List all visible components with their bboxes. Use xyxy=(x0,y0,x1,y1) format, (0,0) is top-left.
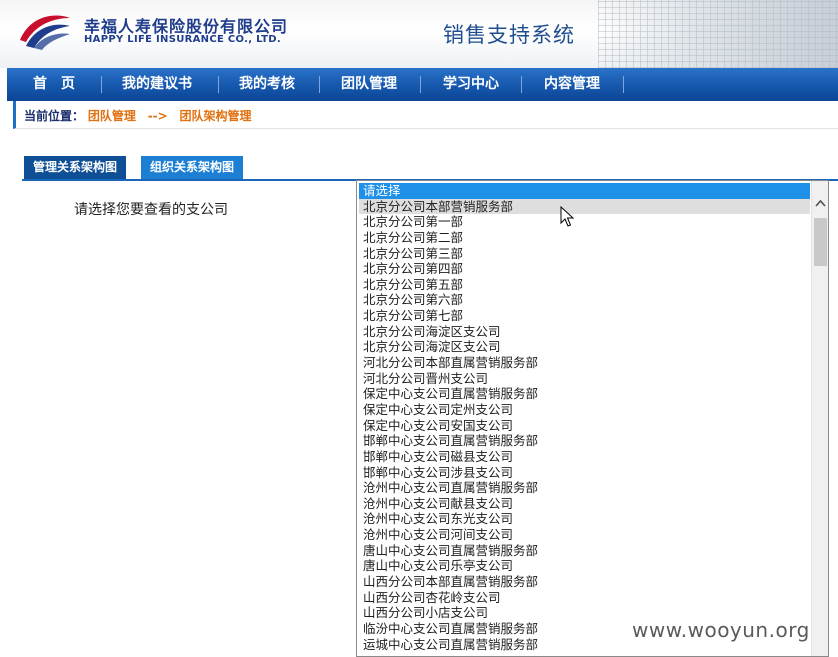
branch-option[interactable]: 河北分公司晋州支公司 xyxy=(359,371,810,387)
nav-my-proposals[interactable]: 我的建议书 xyxy=(122,68,192,101)
branch-option[interactable]: 北京分公司海淀区支公司 xyxy=(359,339,810,355)
branch-option[interactable]: 保定中心支公司定州支公司 xyxy=(359,402,810,418)
option-placeholder[interactable]: 请选择 xyxy=(359,183,810,199)
nav-divider xyxy=(623,76,624,93)
breadcrumb-team-structure[interactable]: 团队架构管理 xyxy=(180,109,252,123)
branch-option[interactable]: 北京分公司第六部 xyxy=(359,292,810,308)
nav-divider xyxy=(420,76,421,93)
branch-option[interactable]: 沧州中心支公司河间支公司 xyxy=(359,527,810,543)
breadcrumb-team-management[interactable]: 团队管理 xyxy=(88,109,136,123)
scrollbar-thumb[interactable] xyxy=(814,218,827,266)
nav-learning-center[interactable]: 学习中心 xyxy=(443,68,499,101)
nav-home[interactable]: 首 页 xyxy=(33,68,75,101)
watermark-text: www.wooyun.org xyxy=(632,618,810,642)
scroll-up-icon[interactable] xyxy=(812,195,829,212)
nav-my-assessment[interactable]: 我的考核 xyxy=(239,68,295,101)
branch-option[interactable]: 北京分公司本部营销服务部 xyxy=(359,198,810,215)
nav-divider xyxy=(218,76,219,93)
nav-team-management[interactable]: 团队管理 xyxy=(341,68,397,101)
branch-option[interactable]: 山西分公司杏花岭支公司 xyxy=(359,590,810,606)
tab-management-structure[interactable]: 管理关系架构图 xyxy=(24,156,127,179)
branch-select-list[interactable]: 请选择 北京分公司本部营销服务部 北京分公司第一部 北京分公司第二部 北京分公司第三部北… xyxy=(356,180,829,657)
main-nav: 首 页 我的建议书 我的考核 团队管理 学习中心 内容管理 xyxy=(7,68,838,101)
branch-option[interactable]: 邯郸中心支公司磁县支公司 xyxy=(359,449,810,465)
breadcrumb-label: 当前位置： xyxy=(24,109,85,123)
breadcrumb-arrow: --> xyxy=(147,109,168,123)
branch-option[interactable]: 唐山中心支公司乐亭支公司 xyxy=(359,558,810,574)
list-scrollbar[interactable] xyxy=(811,181,828,656)
branch-option[interactable]: 北京分公司海淀区支公司 xyxy=(359,324,810,340)
branch-option[interactable]: 河北分公司本部直属营销服务部 xyxy=(359,355,810,371)
mouse-pointer-icon xyxy=(560,206,574,227)
branch-option[interactable]: 北京分公司第五部 xyxy=(359,277,810,293)
nav-divider xyxy=(319,76,320,93)
breadcrumb: 当前位置： 团队管理 --> 团队架构管理 xyxy=(13,101,838,129)
system-title: 销售支持系统 xyxy=(443,23,575,47)
nav-divider xyxy=(521,76,522,93)
branch-option[interactable]: 沧州中心支公司直属营销服务部 xyxy=(359,480,810,496)
branch-option[interactable]: 北京分公司第三部 xyxy=(359,246,810,262)
branch-option[interactable]: 北京分公司第一部 xyxy=(359,214,810,230)
branch-option[interactable]: 山西分公司本部直属营销服务部 xyxy=(359,574,810,590)
branch-option[interactable]: 唐山中心支公司直属营销服务部 xyxy=(359,543,810,559)
company-name-en: HAPPY LIFE INSURANCE CO., LTD. xyxy=(84,34,281,45)
branch-option[interactable]: 保定中心支公司直属营销服务部 xyxy=(359,386,810,402)
branch-select-prompt: 请选择您要查看的支公司 xyxy=(74,202,228,218)
branch-options: 请选择 北京分公司本部营销服务部 北京分公司第一部 北京分公司第二部 北京分公司第三部北… xyxy=(359,183,810,652)
company-logo-icon xyxy=(20,15,70,50)
branch-option[interactable]: 保定中心支公司安国支公司 xyxy=(359,418,810,434)
branch-option[interactable]: 邯郸中心支公司直属营销服务部 xyxy=(359,433,810,449)
branch-option[interactable]: 沧州中心支公司献县支公司 xyxy=(359,496,810,512)
page-header: 幸福人寿保险股份有限公司 HAPPY LIFE INSURANCE CO., L… xyxy=(0,0,838,68)
branch-option[interactable]: 邯郸中心支公司涉县支公司 xyxy=(359,465,810,481)
branch-option[interactable]: 北京分公司第七部 xyxy=(359,308,810,324)
header-building-graphic xyxy=(598,0,838,68)
branch-option[interactable]: 北京分公司第四部 xyxy=(359,261,810,277)
branch-option[interactable]: 沧州中心支公司东光支公司 xyxy=(359,511,810,527)
nav-divider xyxy=(101,76,102,93)
tab-organization-structure[interactable]: 组织关系架构图 xyxy=(141,156,244,179)
nav-content-management[interactable]: 内容管理 xyxy=(544,68,600,101)
branch-option[interactable]: 北京分公司第二部 xyxy=(359,230,810,246)
